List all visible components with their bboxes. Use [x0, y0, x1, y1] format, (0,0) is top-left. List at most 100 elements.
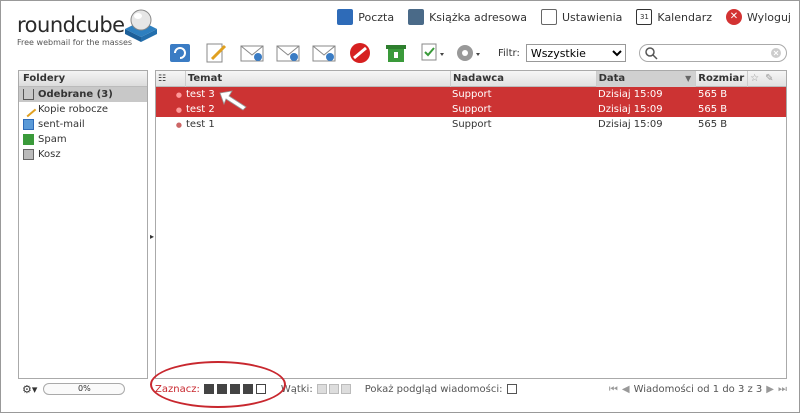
message-list: ☷ Temat Nadawca Data ▼ Rozmiar ☆ ✎ ● tes…: [155, 70, 787, 379]
unread-dot-icon: ●: [175, 120, 182, 129]
folder-spam-label: Spam: [38, 134, 67, 145]
folders-footer: ⚙▾ 0%: [18, 381, 148, 397]
next-page-icon[interactable]: ▶: [766, 384, 774, 395]
header-date[interactable]: Data ▼: [596, 70, 697, 87]
header-flags: ☆ ✎: [748, 71, 786, 87]
nav-addressbook[interactable]: Książka adresowa: [408, 9, 527, 25]
threads-label: Wątki:: [280, 383, 313, 395]
nav-settings-label: Ustawienia: [561, 10, 623, 24]
message-subject: test 1: [186, 119, 215, 130]
flag-header-icon[interactable]: ☆: [750, 71, 759, 87]
spam-button[interactable]: [382, 40, 410, 66]
sent-icon: [23, 119, 34, 130]
folders-title: Foldery: [19, 71, 147, 87]
mail-icon: [337, 9, 354, 25]
thread-expand-icon[interactable]: [316, 384, 327, 394]
logo-box-icon: [125, 9, 157, 42]
message-from: Support: [452, 119, 492, 130]
refresh-button[interactable]: [166, 40, 194, 66]
compose-icon: [206, 43, 227, 63]
reply-button[interactable]: [238, 40, 266, 66]
mark-icon: [421, 43, 444, 61]
delete-button[interactable]: [346, 40, 374, 66]
preview-checkbox[interactable]: [506, 384, 517, 394]
nav-mail[interactable]: Poczta: [337, 9, 394, 25]
forward-icon: [312, 45, 336, 62]
message-date: Dzisiaj 15:09: [598, 119, 663, 130]
message-row[interactable]: ● test 2 Support Dzisiaj 15:09 565 B: [156, 102, 786, 117]
nav-calendar[interactable]: 31 Kalendarz: [636, 9, 712, 25]
forward-button[interactable]: [310, 40, 338, 66]
search-box[interactable]: [639, 44, 787, 62]
list-footer: Zaznacz: Wątki: Pokaż podgląd wiadomości…: [155, 381, 787, 397]
calendar-icon: 31: [636, 9, 653, 25]
header-size[interactable]: Rozmiar: [696, 70, 749, 87]
list-header: ☷ Temat Nadawca Data ▼ Rozmiar ☆ ✎: [156, 70, 786, 87]
folder-spam[interactable]: Spam: [19, 132, 147, 147]
folder-drafts[interactable]: Kopie robocze: [19, 101, 147, 118]
message-from: Support: [452, 104, 492, 115]
unread-dot-icon: ●: [175, 90, 182, 99]
search-input[interactable]: [662, 46, 772, 60]
thread-collapse-icon[interactable]: [328, 384, 339, 394]
nav-addressbook-label: Książka adresowa: [429, 10, 527, 24]
drafts-icon: [20, 101, 37, 118]
message-row[interactable]: ● test 3 Support Dzisiaj 15:09 565 B: [156, 87, 786, 102]
select-none-icon[interactable]: [255, 384, 266, 394]
message-date: Dzisiaj 15:09: [598, 104, 663, 115]
list-options-icon[interactable]: ☷: [156, 70, 186, 87]
prev-page-icon[interactable]: ◀: [622, 384, 630, 395]
logo-name: roundcube: [17, 13, 125, 37]
attachment-header-icon[interactable]: ✎: [765, 71, 773, 87]
more-icon: [457, 45, 480, 61]
last-page-icon[interactable]: ⏭: [778, 384, 787, 395]
folder-inbox[interactable]: Odebrane (3): [19, 87, 147, 102]
first-page-icon[interactable]: ⏮: [609, 384, 618, 395]
select-invert-icon[interactable]: [242, 384, 253, 394]
search-icon: [645, 47, 658, 60]
spam-folder-icon: [23, 134, 34, 145]
filter-select[interactable]: Wszystkie: [525, 44, 626, 62]
nav-calendar-label: Kalendarz: [657, 10, 712, 24]
trash-icon: [23, 149, 34, 160]
message-size: 565 B: [698, 104, 728, 115]
header-subject[interactable]: Temat: [186, 70, 452, 87]
message-subject: test 3: [186, 89, 215, 100]
message-row[interactable]: ● test 1 Support Dzisiaj 15:09 565 B: [156, 117, 786, 132]
pager: ⏮ ◀ Wiadomości od 1 do 3 z 3 ▶ ⏭: [609, 384, 787, 395]
nav-logout[interactable]: ✕ Wyloguj: [726, 9, 791, 25]
inbox-icon: [23, 89, 34, 100]
folder-trash-label: Kosz: [38, 149, 61, 160]
filter-group: Filtr: Wszystkie: [498, 44, 626, 62]
folders-panel: Foldery Odebrane (3) Kopie robocze sent-…: [18, 70, 148, 379]
logo-tagline: Free webmail for the masses: [17, 38, 133, 47]
mark-button[interactable]: [418, 40, 446, 66]
panel-splitter[interactable]: ▸: [150, 232, 154, 241]
nav-settings[interactable]: Ustawienia: [540, 9, 623, 25]
folder-trash[interactable]: Kosz: [19, 147, 147, 162]
reply-icon: [240, 45, 264, 62]
reply-all-icon: [276, 45, 300, 62]
delete-icon: [350, 43, 370, 63]
thread-list-icon[interactable]: [340, 384, 351, 394]
message-from: Support: [452, 89, 492, 100]
header-from[interactable]: Nadawca: [451, 70, 597, 87]
nav-logout-label: Wyloguj: [747, 10, 791, 24]
select-label: Zaznacz:: [155, 383, 200, 395]
more-button[interactable]: [454, 40, 482, 66]
select-page-icon[interactable]: [216, 384, 227, 394]
quota-indicator: 0%: [43, 383, 126, 395]
compose-button[interactable]: [202, 40, 230, 66]
folder-actions-icon[interactable]: ⚙▾: [22, 383, 37, 396]
logo: roundcube Free webmail for the masses: [13, 7, 163, 51]
select-all-icon[interactable]: [203, 384, 214, 394]
message-date: Dzisiaj 15:09: [598, 89, 663, 100]
folder-inbox-label: Odebrane (3): [38, 89, 113, 100]
header-date-label: Data: [598, 72, 626, 84]
reply-all-button[interactable]: [274, 40, 302, 66]
select-unread-icon[interactable]: [229, 384, 240, 394]
folder-sent[interactable]: sent-mail: [19, 117, 147, 132]
folder-drafts-label: Kopie robocze: [38, 104, 109, 115]
settings-icon: [540, 9, 557, 25]
clear-search-icon[interactable]: [770, 47, 782, 59]
